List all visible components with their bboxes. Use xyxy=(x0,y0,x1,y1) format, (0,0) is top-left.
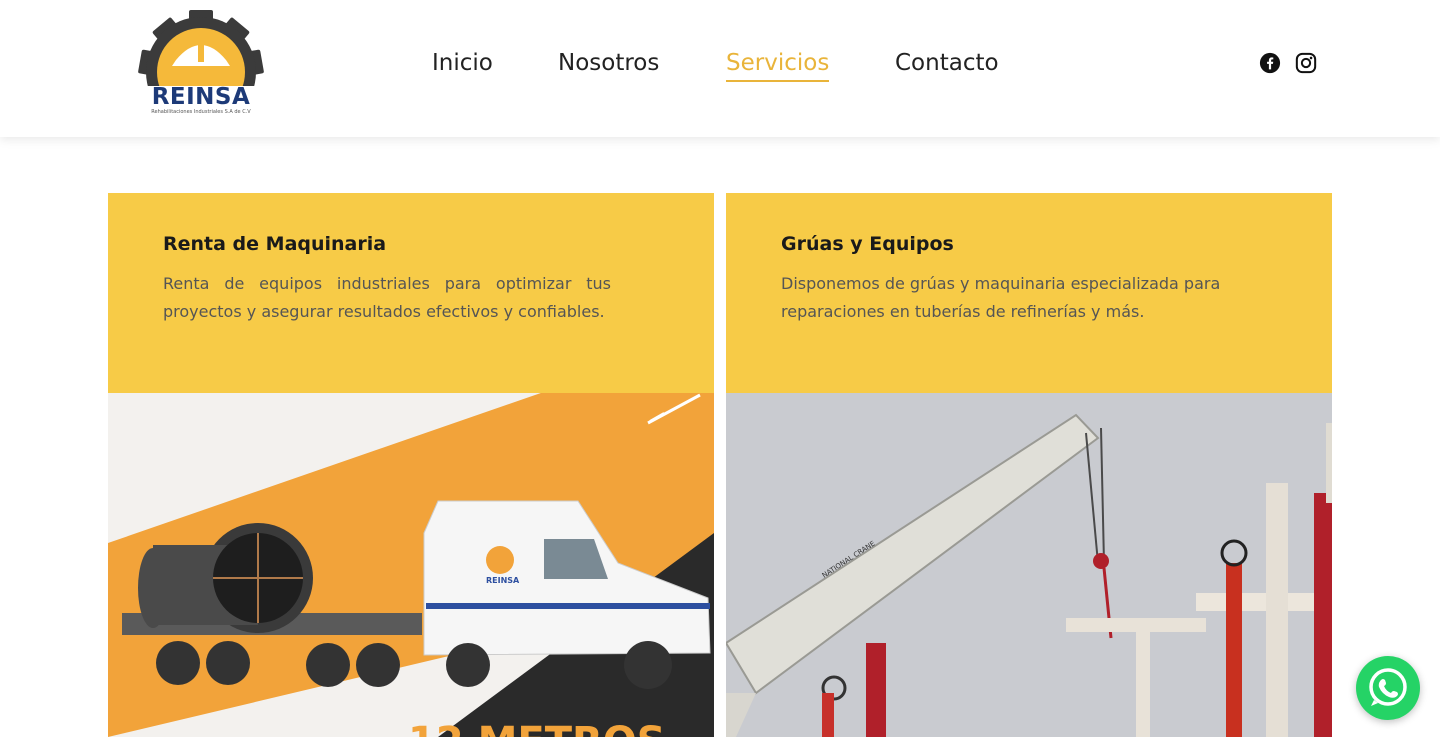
whatsapp-icon xyxy=(1369,668,1407,706)
logo-name: REINSA xyxy=(151,84,251,110)
truck-image: REINSA 12 METROS xyxy=(108,393,714,737)
service-card-gruas[interactable]: Grúas y Equipos Disponemos de grúas y ma… xyxy=(726,193,1332,737)
service-title: Grúas y Equipos xyxy=(781,233,954,255)
overlay-text: 12 METROS xyxy=(408,719,666,737)
crane-image: NATIONAL CRANE xyxy=(726,393,1332,737)
nav-item-servicios[interactable]: Servicios xyxy=(726,46,830,82)
logo-tagline: Rehabilitaciones Industriales S.A de C.V xyxy=(151,109,251,115)
nav-item-nosotros[interactable]: Nosotros xyxy=(558,46,659,80)
instagram-icon[interactable] xyxy=(1295,52,1317,78)
facebook-icon[interactable] xyxy=(1259,52,1281,78)
whatsapp-button[interactable] xyxy=(1356,656,1420,720)
site-header: REINSA Rehabilitaciones Industriales S.A… xyxy=(0,0,1440,137)
service-description: Disponemos de grúas y maquinaria especia… xyxy=(781,274,1221,321)
main-nav: Inicio Nosotros Servicios Contacto xyxy=(0,46,1440,86)
service-card-header: Grúas y Equipos Disponemos de grúas y ma… xyxy=(726,193,1332,393)
nav-item-inicio[interactable]: Inicio xyxy=(432,46,493,80)
service-card-renta[interactable]: Renta de Maquinaria Renta de equipos ind… xyxy=(108,193,714,737)
nav-item-contacto[interactable]: Contacto xyxy=(895,46,999,80)
service-card-header: Renta de Maquinaria Renta de equipos ind… xyxy=(108,193,714,393)
service-description: Renta de equipos industriales para optim… xyxy=(163,274,611,321)
service-title: Renta de Maquinaria xyxy=(163,233,387,255)
truck-logo-text: REINSA xyxy=(486,576,520,585)
